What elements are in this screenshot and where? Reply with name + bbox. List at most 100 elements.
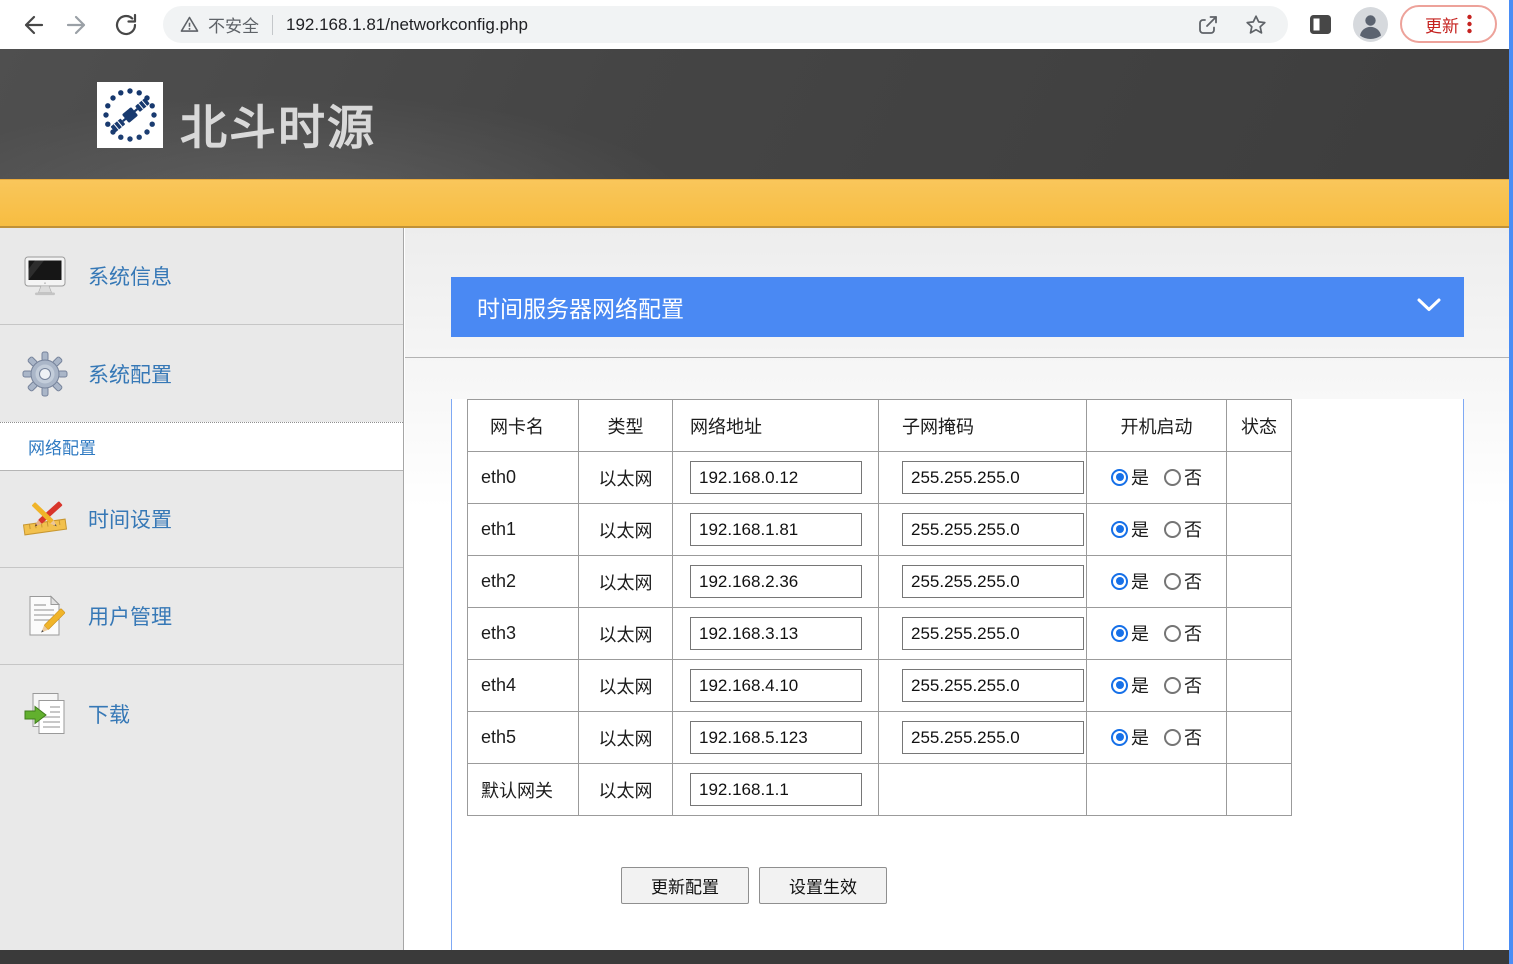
site-header: 北斗时源 bbox=[0, 49, 1513, 179]
boot-yes-radio[interactable] bbox=[1111, 469, 1128, 486]
nic-type: 以太网 bbox=[579, 712, 673, 764]
ip-address-input[interactable] bbox=[690, 565, 862, 598]
col-header-ip: 网络地址 bbox=[673, 400, 879, 452]
table-header-row: 网卡名 类型 网络地址 子网掩码 开机启动 状态 bbox=[468, 400, 1292, 452]
update-config-button[interactable]: 更新配置 bbox=[621, 867, 749, 904]
browser-window: 不安全 192.168.1.81/networkconfig.php bbox=[0, 0, 1513, 964]
table-row: eth5 以太网 是 否 bbox=[468, 712, 1292, 764]
apply-settings-button[interactable]: 设置生效 bbox=[759, 867, 887, 904]
boot-yes-radio[interactable] bbox=[1111, 677, 1128, 694]
nic-status bbox=[1227, 504, 1292, 556]
boot-no-radio[interactable] bbox=[1164, 625, 1181, 642]
ip-address-input[interactable] bbox=[690, 513, 862, 546]
boot-no-label: 否 bbox=[1184, 464, 1202, 490]
reload-icon[interactable] bbox=[113, 12, 139, 38]
url-text: 192.168.1.81/networkconfig.php bbox=[286, 15, 1196, 35]
boot-no-label: 否 bbox=[1184, 672, 1202, 698]
table-row: eth0 以太网 是 否 bbox=[468, 452, 1292, 504]
boot-no-label: 否 bbox=[1184, 724, 1202, 750]
boot-radio-group: 是 否 bbox=[1111, 620, 1202, 646]
footer-strip bbox=[0, 950, 1513, 964]
subnet-mask-input[interactable] bbox=[902, 669, 1084, 702]
subnet-mask-input[interactable] bbox=[902, 513, 1084, 546]
sidebar-item-user-management[interactable]: 用户管理 bbox=[0, 568, 403, 665]
nic-type: 以太网 bbox=[579, 452, 673, 504]
browser-update-button[interactable]: 更新 bbox=[1400, 5, 1497, 43]
boot-no-radio[interactable] bbox=[1164, 729, 1181, 746]
sidebar-item-network-config[interactable]: 网络配置 bbox=[0, 422, 403, 471]
monitor-icon bbox=[22, 253, 68, 299]
boot-yes-radio[interactable] bbox=[1111, 625, 1128, 642]
sidebar-nav: 系统信息 系统配置 网络配置 bbox=[0, 228, 404, 950]
sidebar-item-label: 时间设置 bbox=[88, 504, 172, 534]
boot-no-radio[interactable] bbox=[1164, 521, 1181, 538]
boot-yes-radio[interactable] bbox=[1111, 573, 1128, 590]
ip-address-input[interactable] bbox=[690, 461, 862, 494]
sidebar-item-label: 系统信息 bbox=[88, 261, 172, 291]
sidebar-item-label: 下载 bbox=[88, 699, 130, 729]
nic-status bbox=[1227, 608, 1292, 660]
subnet-mask-input[interactable] bbox=[902, 617, 1084, 650]
col-header-mask: 子网掩码 bbox=[879, 400, 1087, 452]
sidebar-item-download[interactable]: 下载 bbox=[0, 665, 403, 762]
boot-radio-group: 是 否 bbox=[1111, 516, 1202, 542]
bookmark-star-icon[interactable] bbox=[1244, 13, 1268, 37]
subnet-mask-input[interactable] bbox=[902, 461, 1084, 494]
share-icon[interactable] bbox=[1196, 13, 1220, 37]
boot-yes-label: 是 bbox=[1131, 672, 1149, 698]
gear-icon bbox=[22, 351, 68, 397]
table-row: eth3 以太网 是 否 bbox=[468, 608, 1292, 660]
browser-update-label: 更新 bbox=[1425, 12, 1459, 37]
window-edge bbox=[1509, 0, 1513, 964]
nic-name: eth1 bbox=[468, 504, 579, 556]
nic-name: eth5 bbox=[468, 712, 579, 764]
nic-status bbox=[1227, 452, 1292, 504]
accent-band bbox=[0, 179, 1513, 228]
boot-yes-label: 是 bbox=[1131, 724, 1149, 750]
sidebar-item-system-config[interactable]: 系统配置 bbox=[0, 325, 403, 422]
ip-address-input[interactable] bbox=[690, 721, 862, 754]
pencil-ruler-icon bbox=[22, 496, 68, 542]
boot-yes-label: 是 bbox=[1131, 464, 1149, 490]
address-bar[interactable]: 不安全 192.168.1.81/networkconfig.php bbox=[163, 6, 1288, 43]
col-header-type: 类型 bbox=[579, 400, 673, 452]
boot-no-radio[interactable] bbox=[1164, 573, 1181, 590]
nic-type: 以太网 bbox=[579, 764, 673, 816]
side-panel-icon[interactable] bbox=[1308, 13, 1333, 36]
nic-name: eth4 bbox=[468, 660, 579, 712]
brand-title: 北斗时源 bbox=[180, 89, 376, 158]
subnet-mask-input[interactable] bbox=[902, 565, 1084, 598]
boot-radio-group: 是 否 bbox=[1111, 464, 1202, 490]
boot-yes-label: 是 bbox=[1131, 516, 1149, 542]
boot-yes-radio[interactable] bbox=[1111, 521, 1128, 538]
boot-no-radio[interactable] bbox=[1164, 469, 1181, 486]
ip-address-input[interactable] bbox=[690, 617, 862, 650]
nic-type: 以太网 bbox=[579, 504, 673, 556]
panel-header[interactable]: 时间服务器网络配置 bbox=[451, 277, 1464, 337]
boot-yes-radio[interactable] bbox=[1111, 729, 1128, 746]
nic-name: eth0 bbox=[468, 452, 579, 504]
omnibox-divider bbox=[272, 15, 273, 35]
main-content: 时间服务器网络配置 网卡名 类型 网络地址 bbox=[405, 228, 1513, 950]
table-row: eth4 以太网 是 否 bbox=[468, 660, 1292, 712]
boot-no-radio[interactable] bbox=[1164, 677, 1181, 694]
ip-address-input[interactable] bbox=[690, 669, 862, 702]
profile-avatar[interactable] bbox=[1353, 7, 1388, 42]
ip-address-input[interactable] bbox=[690, 773, 862, 806]
forward-icon[interactable] bbox=[64, 12, 90, 38]
back-icon[interactable] bbox=[20, 12, 46, 38]
boot-radio-group: 是 否 bbox=[1111, 568, 1202, 594]
nic-type: 以太网 bbox=[579, 660, 673, 712]
sidebar-item-time-settings[interactable]: 时间设置 bbox=[0, 471, 403, 568]
boot-no-label: 否 bbox=[1184, 620, 1202, 646]
boot-no-label: 否 bbox=[1184, 516, 1202, 542]
nic-table: 网卡名 类型 网络地址 子网掩码 开机启动 状态 eth0 以太网 是 否 bbox=[467, 399, 1292, 816]
menu-dots-icon[interactable] bbox=[1467, 14, 1472, 34]
nic-type: 以太网 bbox=[579, 556, 673, 608]
chevron-down-icon[interactable] bbox=[1416, 297, 1442, 313]
subnet-mask-input[interactable] bbox=[902, 721, 1084, 754]
boot-no-label: 否 bbox=[1184, 568, 1202, 594]
panel-title: 时间服务器网络配置 bbox=[477, 290, 684, 324]
sidebar-item-system-info[interactable]: 系统信息 bbox=[0, 228, 403, 325]
satellite-logo bbox=[97, 82, 163, 148]
